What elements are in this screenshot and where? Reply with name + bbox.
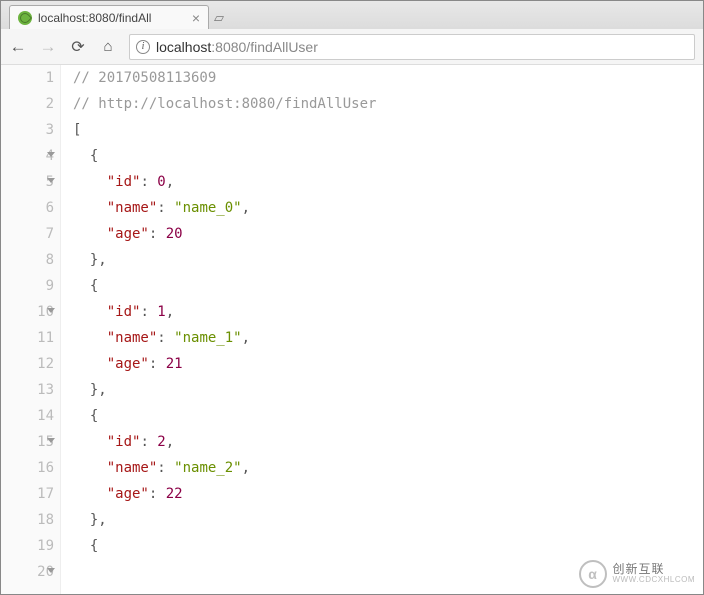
line-number: 11 — [1, 325, 54, 351]
watermark-py: WWW.CDCXHLCOM — [613, 576, 696, 585]
favicon-spring-icon — [18, 11, 32, 25]
watermark-logo-icon: α — [579, 560, 607, 588]
line-number: 18 — [1, 507, 54, 533]
home-button[interactable]: ⌂ — [99, 38, 117, 55]
code-line: { — [73, 143, 703, 169]
line-number: 14 — [1, 403, 54, 429]
back-button[interactable]: ← — [9, 37, 27, 57]
line-gutter: 1234567891011121314151617181920 — [1, 65, 61, 594]
code-line: // 20170508113609 — [73, 65, 703, 91]
site-info-icon[interactable]: i — [136, 40, 150, 54]
line-number: 10 — [1, 299, 54, 325]
line-number: 13 — [1, 377, 54, 403]
code-line: "id": 0, — [73, 169, 703, 195]
code-line: "id": 1, — [73, 299, 703, 325]
line-number: 20 — [1, 559, 54, 585]
reload-button[interactable]: ⟳ — [69, 37, 87, 57]
line-number: 2 — [1, 91, 54, 117]
line-number: 7 — [1, 221, 54, 247]
tab-title: localhost:8080/findAll — [38, 11, 186, 25]
browser-tab[interactable]: localhost:8080/findAll × — [9, 5, 209, 29]
line-number: 3 — [1, 117, 54, 143]
fold-toggle-icon[interactable] — [47, 568, 55, 573]
json-viewer: 1234567891011121314151617181920 // 20170… — [1, 65, 703, 594]
line-number: 6 — [1, 195, 54, 221]
code-line: [ — [73, 117, 703, 143]
line-number: 8 — [1, 247, 54, 273]
line-number: 9 — [1, 273, 54, 299]
url-text: localhost:8080/findAllUser — [156, 39, 318, 55]
line-number: 4 — [1, 143, 54, 169]
tab-bar: localhost:8080/findAll × ▱ — [1, 1, 703, 29]
fold-toggle-icon[interactable] — [47, 152, 55, 157]
address-bar[interactable]: i localhost:8080/findAllUser — [129, 34, 695, 60]
line-number: 17 — [1, 481, 54, 507]
new-tab-button[interactable]: ▱ — [209, 10, 229, 29]
code-content: // 20170508113609// http://localhost:808… — [61, 65, 703, 594]
code-line: { — [73, 403, 703, 429]
code-line: { — [73, 533, 703, 559]
code-line: "name": "name_2", — [73, 455, 703, 481]
code-line: }, — [73, 507, 703, 533]
line-number: 1 — [1, 65, 54, 91]
code-line: "age": 20 — [73, 221, 703, 247]
code-line: "id": 2, — [73, 429, 703, 455]
watermark: α 创新互联 WWW.CDCXHLCOM — [579, 560, 696, 588]
code-line: { — [73, 273, 703, 299]
forward-button[interactable]: → — [39, 37, 57, 57]
fold-toggle-icon[interactable] — [47, 308, 55, 313]
fold-toggle-icon[interactable] — [47, 178, 55, 183]
fold-toggle-icon[interactable] — [47, 438, 55, 443]
code-line: "age": 22 — [73, 481, 703, 507]
code-line: }, — [73, 377, 703, 403]
line-number: 12 — [1, 351, 54, 377]
line-number: 19 — [1, 533, 54, 559]
line-number: 16 — [1, 455, 54, 481]
code-line: "name": "name_1", — [73, 325, 703, 351]
line-number: 15 — [1, 429, 54, 455]
line-number: 5 — [1, 169, 54, 195]
code-line: }, — [73, 247, 703, 273]
code-line: // http://localhost:8080/findAllUser — [73, 91, 703, 117]
close-icon[interactable]: × — [192, 10, 200, 26]
code-line: "name": "name_0", — [73, 195, 703, 221]
browser-toolbar: ← → ⟳ ⌂ i localhost:8080/findAllUser — [1, 29, 703, 65]
code-line: "age": 21 — [73, 351, 703, 377]
